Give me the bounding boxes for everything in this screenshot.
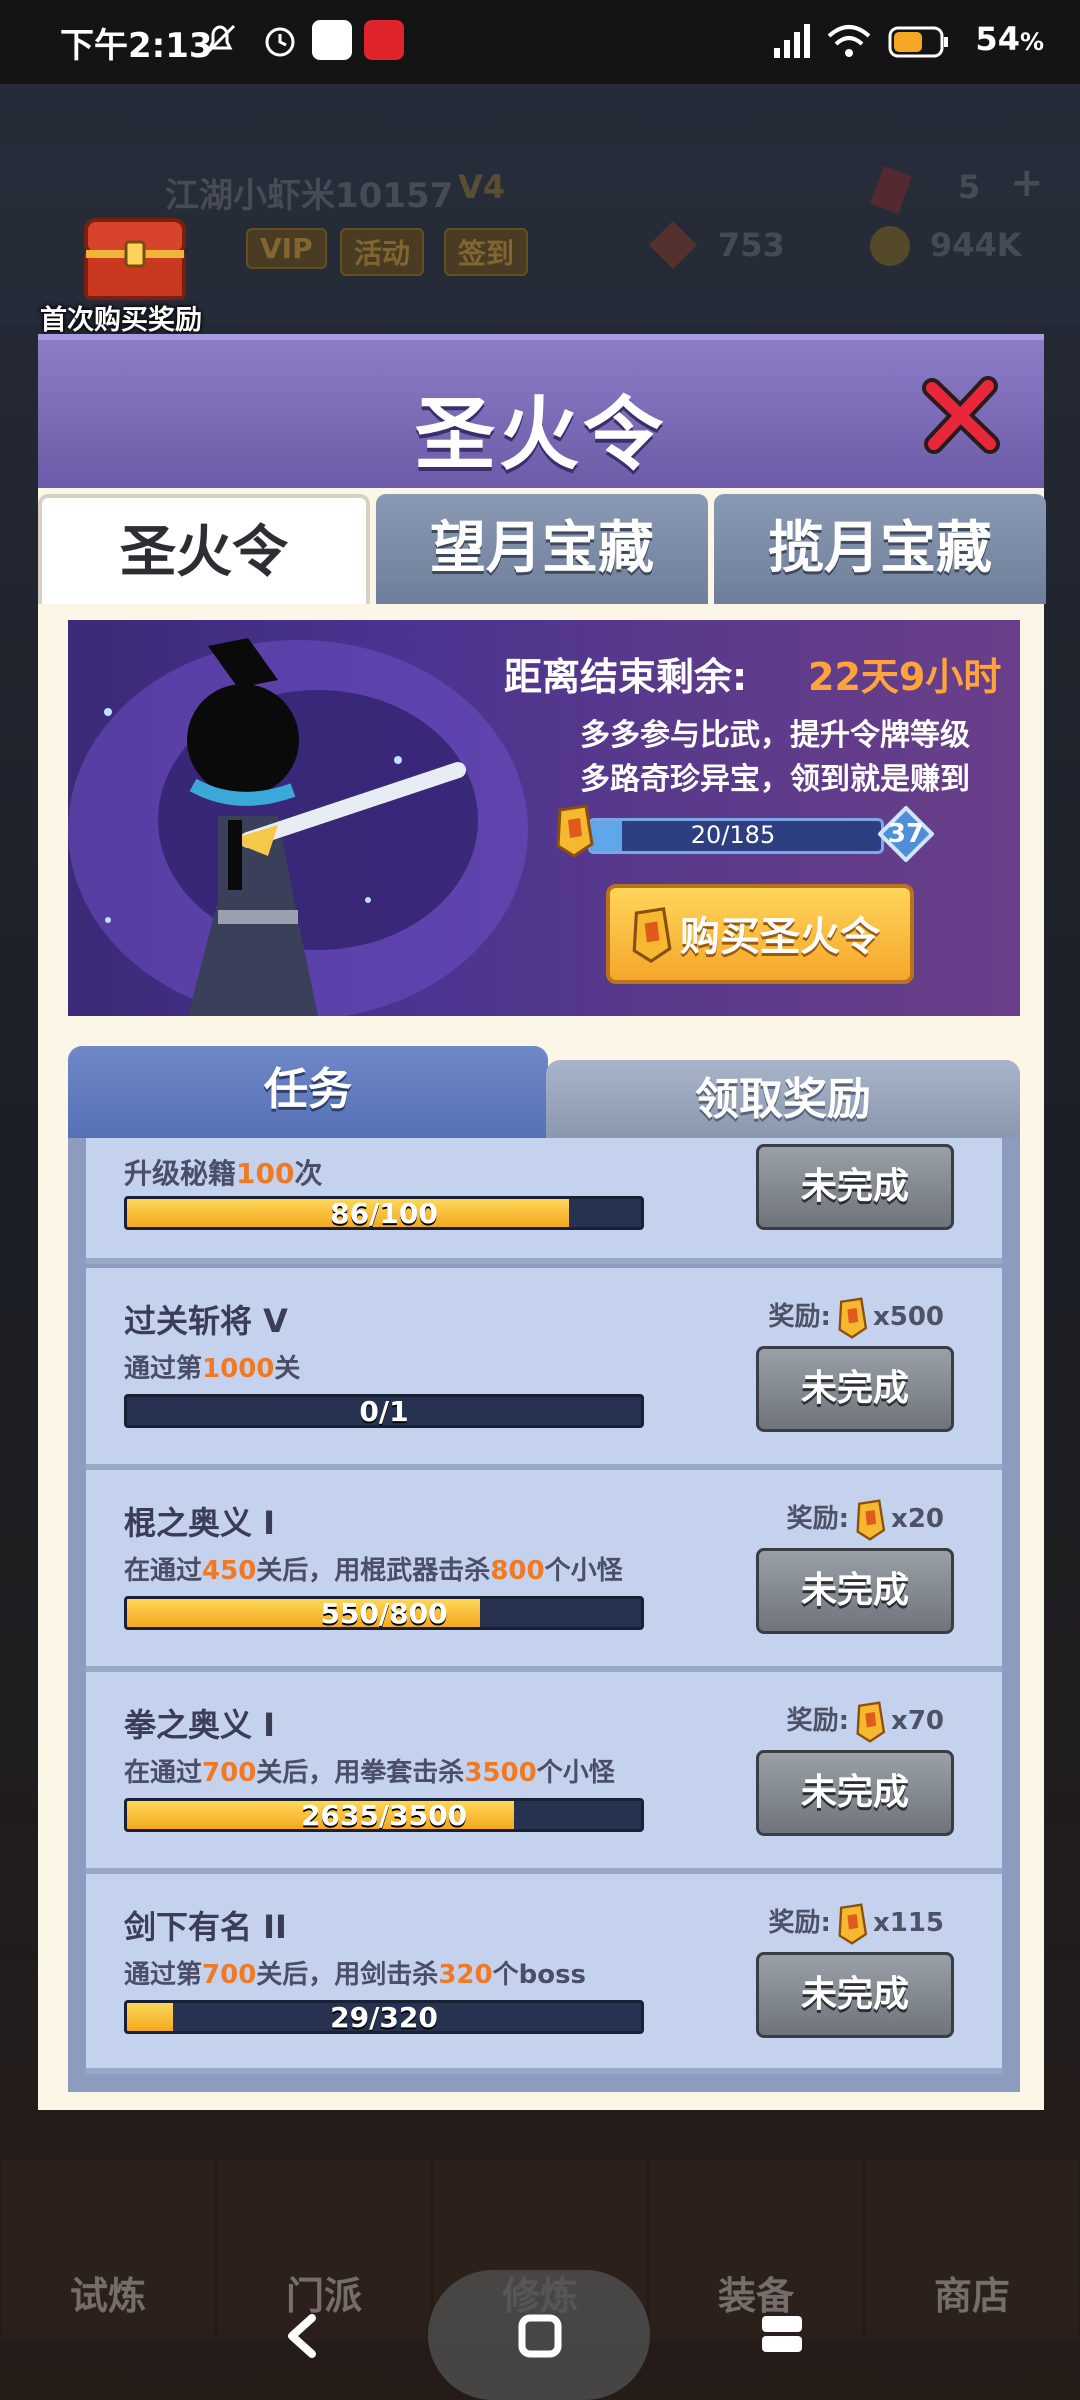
qq-icon	[312, 20, 352, 60]
task-progress-text: 86/100	[330, 1197, 438, 1230]
task-title: 剑下有名 II	[124, 1908, 287, 1946]
back-icon[interactable]	[284, 2314, 320, 2358]
tab-tasks[interactable]: 任务	[68, 1046, 548, 1140]
signal-icon	[774, 24, 810, 58]
wifi-icon	[827, 25, 871, 57]
task-progress-text: 2635/3500	[300, 1799, 468, 1832]
task-reward: 奖励: x500	[769, 1296, 944, 1339]
modal-title: 圣火令	[415, 388, 667, 481]
first-purchase-reward-label[interactable]: 首次购买奖励	[40, 298, 202, 337]
token-icon	[556, 804, 594, 858]
close-icon[interactable]	[918, 372, 1004, 458]
task-title: 拳之奥义 I	[124, 1706, 276, 1744]
task-progress-text: 0/1	[359, 1395, 409, 1428]
task-description: 通过第700关后，用剑击杀320个boss	[124, 1960, 587, 1990]
tab-moon-grab-treasure[interactable]: 揽月宝藏	[714, 494, 1046, 604]
status-time: 下午2:13	[60, 26, 213, 66]
task-progress-bar: 0/1	[124, 1394, 644, 1428]
buy-sacred-fire-button[interactable]: 购买圣火令	[606, 884, 914, 984]
task-card: 拳之奥义 I 奖励: x70 在通过700关后，用拳套击杀3500个小怪 2635…	[86, 1672, 1002, 1874]
tab-claim-rewards[interactable]: 领取奖励	[546, 1060, 1020, 1140]
task-title: 过关斩将 V	[124, 1302, 288, 1340]
token-level-value: 37	[887, 819, 925, 849]
remaining-time-value: 22天9小时	[808, 655, 1002, 699]
task-status-button[interactable]: 未完成	[756, 1548, 954, 1634]
tab-moon-treasure[interactable]: 望月宝藏	[376, 494, 708, 604]
menu-icon[interactable]	[760, 2314, 804, 2354]
task-status-button[interactable]: 未完成	[756, 1750, 954, 1836]
task-description: 通过第1000关	[124, 1354, 301, 1384]
task-description: 在通过450关后，用棍武器击杀800个小怪	[124, 1556, 623, 1586]
battery-percent: 54%	[975, 20, 1044, 58]
token-icon	[838, 1296, 868, 1339]
status-bar: 下午2:13 54%	[0, 0, 1080, 84]
banner-slogan-1: 多多参与比武，提升令牌等级	[580, 718, 970, 753]
treasure-chest-icon[interactable]	[80, 214, 190, 304]
task-progress-text: 29/320	[330, 2001, 438, 2034]
task-reward: 奖励: x70	[787, 1700, 944, 1743]
task-progress-text: 550/800	[320, 1597, 448, 1630]
mute-icon	[204, 24, 236, 56]
task-title: 棍之奥义 I	[124, 1504, 276, 1542]
alarm-icon	[265, 27, 295, 57]
task-progress-bar: 86/100	[124, 1196, 644, 1230]
task-card: 过关斩将 V 奖励: x500 通过第1000关 0/1 未完成	[86, 1268, 1002, 1470]
news-app-icon	[364, 20, 404, 60]
system-nav-bar	[0, 2270, 1080, 2400]
battery-icon	[888, 26, 948, 58]
task-reward: 奖励: x115	[769, 1902, 944, 1945]
token-level-progress-text: 20/185	[690, 821, 776, 849]
task-reward: 奖励: x20	[787, 1498, 944, 1541]
sacred-fire-modal: 圣火令 圣火令 望月宝藏 揽月宝藏 距离结束剩余: 22天9小时 多多参与比武，…	[38, 334, 1046, 2110]
task-progress-bar: 550/800	[124, 1596, 644, 1630]
task-card: 剑下有名 II 奖励: x115 通过第700关后，用剑击杀320个boss 29…	[86, 1874, 1002, 2074]
task-status-button[interactable]: 未完成	[756, 1952, 954, 2038]
home-icon[interactable]	[518, 2314, 562, 2358]
buy-button-label: 购买圣火令	[680, 914, 880, 960]
task-description: 升级秘籍100次	[124, 1157, 323, 1190]
modal-header: 圣火令	[38, 334, 1044, 488]
task-status-button[interactable]: 未完成	[756, 1144, 954, 1230]
banner-slogan-2: 多路奇珍异宝，领到就是赚到	[580, 762, 970, 797]
event-banner: 距离结束剩余: 22天9小时 多多参与比武，提升令牌等级 多路奇珍异宝，领到就是…	[68, 620, 1020, 1016]
task-progress-bar: 2635/3500	[124, 1798, 644, 1832]
task-description: 在通过700关后，用拳套击杀3500个小怪	[124, 1758, 615, 1788]
remaining-time-label: 距离结束剩余:	[504, 655, 748, 699]
token-icon	[632, 907, 672, 964]
tab-sacred-fire[interactable]: 圣火令	[38, 494, 370, 604]
task-progress-bar: 29/320	[124, 2000, 644, 2034]
task-card: 升级秘籍100次 86/100 未完成	[86, 1138, 1002, 1264]
token-icon	[838, 1902, 868, 1945]
token-icon	[856, 1498, 886, 1541]
task-card: 棍之奥义 I 奖励: x20 在通过450关后，用棍武器击杀800个小怪 550/…	[86, 1470, 1002, 1672]
swordsman-illustration	[68, 638, 528, 1016]
task-list[interactable]: 升级秘籍100次 86/100 未完成 过关斩将 V 奖励: x500 通过第10…	[68, 1138, 1020, 2092]
token-icon	[856, 1700, 886, 1743]
task-status-button[interactable]: 未完成	[756, 1346, 954, 1432]
